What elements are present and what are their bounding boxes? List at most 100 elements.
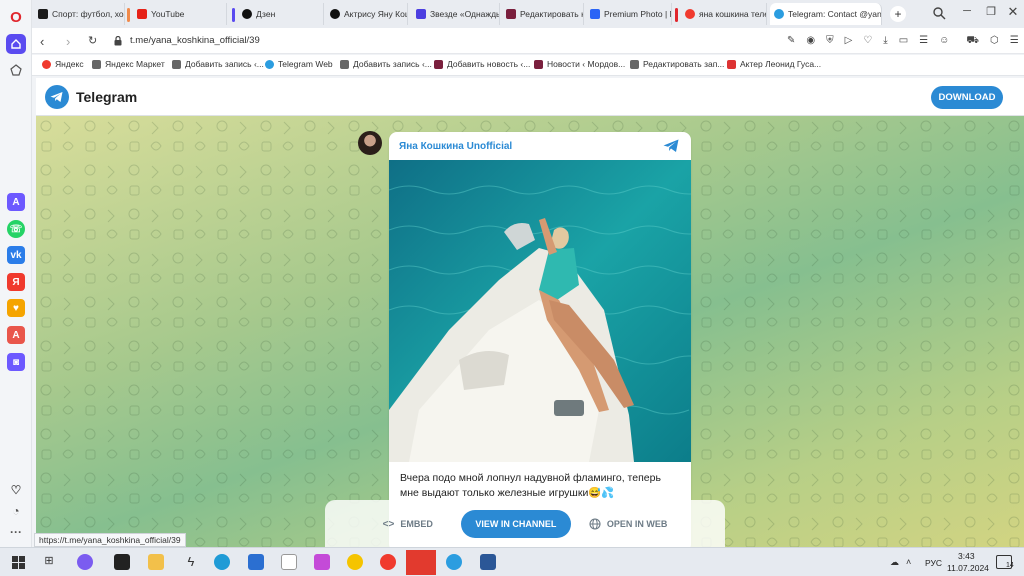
- embed-button[interactable]: <> EMBED: [383, 519, 433, 530]
- tab-group-marker: [675, 8, 678, 22]
- task-view-icon[interactable]: ⊞: [41, 554, 57, 570]
- pinboard-icon[interactable]: ♥: [7, 299, 25, 317]
- lock-icon: [114, 36, 122, 46]
- edit-icon[interactable]: ✎: [787, 35, 795, 48]
- zvezda-icon: [416, 9, 426, 19]
- amazon-icon[interactable]: [114, 554, 130, 570]
- heart-icon[interactable]: ♡: [863, 35, 872, 48]
- tab-youtube[interactable]: YouTube: [127, 3, 227, 25]
- youtube-icon: [137, 9, 147, 19]
- ai-prompt-icon[interactable]: A: [7, 326, 25, 344]
- bookmark-add-news[interactable]: Добавить новость ‹...: [434, 59, 530, 69]
- home-icon[interactable]: [6, 34, 26, 54]
- back-icon[interactable]: ‹: [40, 34, 44, 49]
- opera-logo-icon[interactable]: O: [7, 8, 25, 26]
- camera-icon[interactable]: ◉: [806, 35, 815, 48]
- bookmark-telegram-web[interactable]: Telegram Web: [265, 59, 333, 69]
- word-icon[interactable]: [480, 554, 496, 570]
- more-icon[interactable]: ···: [7, 523, 25, 541]
- app-icon[interactable]: ϟ: [183, 554, 199, 570]
- bookmark-actor[interactable]: Актер Леонид Гуса...: [727, 59, 821, 69]
- mordovia-icon: [434, 59, 443, 69]
- tab-bar: Спорт: футбол, хо YouTube Дзен Актрису Я…: [32, 0, 1024, 28]
- weather-icon[interactable]: ☁: [890, 557, 899, 568]
- channel-avatar[interactable]: [358, 131, 382, 155]
- minimize-button[interactable]: ─: [960, 5, 974, 19]
- play-icon[interactable]: ▷: [845, 35, 853, 48]
- address-bar-row: ‹ › ↻ t.me/yana_koshkina_official/39 ✎ ◉…: [32, 28, 1024, 54]
- edge-icon[interactable]: [214, 554, 230, 570]
- mail-icon[interactable]: [248, 554, 264, 570]
- open-in-web-button[interactable]: OPEN IN WEB: [589, 518, 668, 530]
- beeline-icon[interactable]: [347, 554, 363, 570]
- notepad-icon[interactable]: [281, 554, 297, 570]
- bookmark-news-mordovia[interactable]: Новости ‹ Мордов...: [534, 59, 625, 69]
- tab-title: Premium Photo | M: [604, 9, 672, 19]
- status-url: https://t.me/yana_koshkina_official/39: [34, 533, 186, 547]
- vk-icon[interactable]: vk: [7, 246, 25, 264]
- tab-championat[interactable]: Спорт: футбол, хо: [34, 3, 125, 25]
- battery-icon[interactable]: ▭: [899, 35, 908, 48]
- file-explorer-icon[interactable]: [148, 554, 164, 570]
- view-in-channel-button[interactable]: VIEW IN CHANNEL: [460, 510, 571, 538]
- telegram-share-icon[interactable]: [663, 139, 679, 153]
- yandex-icon[interactable]: Я: [7, 273, 25, 291]
- bookmark-yandex-market[interactable]: Яндекс Маркет: [92, 59, 165, 69]
- telegram-taskbar-icon[interactable]: [446, 554, 462, 570]
- mordovia-icon: [506, 9, 516, 19]
- bookmark-edit-post[interactable]: Редактировать зап...: [630, 59, 724, 69]
- code-icon: <>: [382, 518, 395, 530]
- bookmark-add-post-2[interactable]: Добавить запись ‹...: [340, 59, 432, 69]
- telegram-logo-icon[interactable]: [45, 85, 69, 109]
- cart-icon[interactable]: ⛟: [966, 35, 979, 48]
- clock-time[interactable]: 3:43: [958, 551, 975, 561]
- tab-telegram-active[interactable]: Telegram: Contact @yana: [770, 3, 882, 25]
- message-photo[interactable]: [389, 160, 691, 462]
- telegram-brand[interactable]: Telegram: [76, 89, 137, 105]
- clock-date[interactable]: 11.07.2024: [947, 563, 989, 573]
- page-icon: [172, 59, 181, 69]
- bookmark-add-post-1[interactable]: Добавить запись ‹...: [172, 59, 264, 69]
- player-icon[interactable]: ◙: [7, 353, 25, 371]
- history-icon[interactable]: ◔: [7, 502, 25, 520]
- tab-yandex-search[interactable]: яна кошкина теле: [675, 3, 767, 25]
- chevron-up-icon[interactable]: ˄: [906, 557, 911, 568]
- close-window-button[interactable]: ✕: [1006, 4, 1020, 19]
- new-tab-button[interactable]: +: [890, 6, 906, 22]
- aria-icon[interactable]: A: [7, 193, 25, 211]
- download-icon[interactable]: ⤓: [883, 35, 887, 48]
- menu-icon[interactable]: ☰: [919, 35, 928, 48]
- download-button[interactable]: DOWNLOAD: [931, 86, 1003, 109]
- whatsapp-icon[interactable]: ☏: [7, 220, 25, 238]
- telegram-header: Telegram DOWNLOAD: [36, 78, 1024, 116]
- shield-icon[interactable]: ⛨: [826, 35, 834, 48]
- tab-mordovia[interactable]: Редактировать но: [502, 3, 584, 25]
- open-in-web-label: OPEN IN WEB: [606, 519, 668, 529]
- start-icon[interactable]: [12, 556, 25, 569]
- sidebar-toggle-icon[interactable]: ☰: [1010, 35, 1019, 48]
- tray-icons: ☁ ˄: [890, 557, 911, 568]
- tab-dzen[interactable]: Дзен: [232, 3, 324, 25]
- language-indicator[interactable]: РУС: [925, 558, 942, 568]
- restore-button[interactable]: ❐: [984, 5, 998, 19]
- tab-zvezda[interactable]: Звезде «Однажды: [412, 3, 500, 25]
- reload-icon[interactable]: ↻: [88, 34, 97, 47]
- bookmark-yandex[interactable]: Яндекс: [42, 59, 84, 69]
- photos-icon[interactable]: [314, 554, 330, 570]
- tab-freepik[interactable]: Premium Photo | M: [586, 3, 672, 25]
- yandex-browser-icon[interactable]: [380, 554, 396, 570]
- channel-name[interactable]: Яна Кошкина Unofficial: [399, 141, 512, 152]
- yandex-icon: [685, 9, 695, 19]
- alice-icon[interactable]: [77, 554, 93, 570]
- heart-icon[interactable]: ♡: [7, 481, 25, 499]
- tab-dzen-article[interactable]: Актрису Яну Кошк: [326, 3, 408, 25]
- speed-dial-icon[interactable]: [7, 61, 25, 79]
- message-card: Яна Кошкина Unofficial Вчера подо мной л…: [389, 132, 691, 547]
- opera-taskbar-icon[interactable]: [406, 550, 436, 575]
- profile-icon[interactable]: ☺: [939, 35, 949, 48]
- search-tabs-icon[interactable]: [932, 6, 946, 20]
- forward-icon[interactable]: ›: [66, 34, 70, 49]
- extensions-icon[interactable]: ⬡: [990, 35, 999, 48]
- tab-title: яна кошкина теле: [699, 9, 767, 19]
- url-field[interactable]: t.me/yana_koshkina_official/39: [130, 35, 260, 46]
